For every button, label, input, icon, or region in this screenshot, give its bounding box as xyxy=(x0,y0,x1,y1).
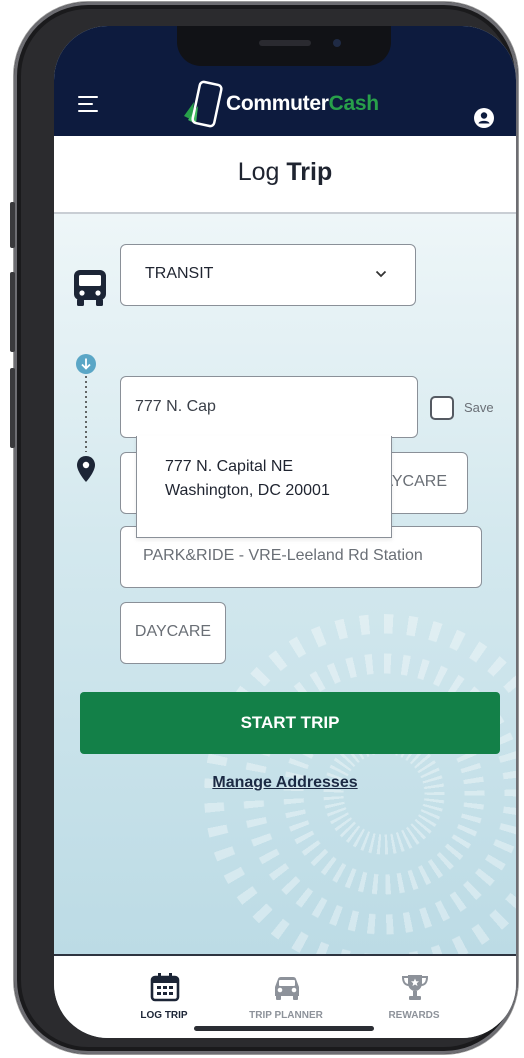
from-address-input[interactable] xyxy=(120,376,418,438)
home-indicator xyxy=(194,1026,374,1031)
silent-switch xyxy=(10,202,15,248)
tab-trip-planner[interactable]: TRIP PLANNER xyxy=(226,968,346,1028)
phone-screen: CommuterCash Log Trip TRANSIT 777 N. Cap… xyxy=(54,26,516,1038)
volume-down-button xyxy=(10,368,15,448)
tab-rewards-label: REWARDS xyxy=(388,1010,440,1021)
volume-up-button xyxy=(10,272,15,352)
app-header: CommuterCash xyxy=(54,76,516,136)
route-indicator xyxy=(76,354,96,482)
logo-text-commuter: Commuter xyxy=(226,92,329,115)
page-title-bar: Log Trip xyxy=(54,136,516,214)
calendar-icon xyxy=(150,973,180,1002)
front-camera xyxy=(333,39,341,47)
phone-frame: CommuterCash Log Trip TRANSIT 777 N. Cap… xyxy=(10,2,518,1054)
notch xyxy=(177,26,391,66)
user-icon[interactable] xyxy=(474,108,494,128)
bus-icon xyxy=(74,270,106,306)
page-title: Log Trip xyxy=(54,158,516,187)
suggestion-line-1: 777 N. Capital NE xyxy=(165,458,294,475)
chevron-down-icon xyxy=(375,270,387,278)
start-trip-button[interactable]: START TRIP xyxy=(80,692,500,754)
logo-phone-icon xyxy=(184,80,223,128)
trophy-icon xyxy=(401,975,429,1000)
suggestion-line-2: Washington, DC 20001 xyxy=(165,482,330,499)
address-suggestion[interactable]: 777 N. Capital NE Washington, DC 20001 xyxy=(136,436,392,538)
app-logo: CommuterCash xyxy=(170,76,410,136)
speaker xyxy=(259,40,311,46)
transport-mode-select[interactable]: TRANSIT xyxy=(120,244,416,306)
transport-mode-value: TRANSIT xyxy=(145,265,214,282)
tab-rewards[interactable]: REWARDS xyxy=(354,968,474,1028)
saved-location-chip[interactable]: DAYCARE xyxy=(120,602,226,664)
saved-location-chip-label: DAYCARE xyxy=(134,623,212,640)
car-icon xyxy=(275,977,299,1000)
logo-text-cash: Cash xyxy=(328,92,379,115)
log-trip-form: TRANSIT Save DAYCARE 777 N. Capital NE xyxy=(54,214,516,954)
tab-log-trip-label: LOG TRIP xyxy=(140,1010,188,1021)
manage-addresses-link[interactable]: Manage Addresses xyxy=(54,774,516,792)
save-label: Save xyxy=(464,400,494,415)
saved-location-chip-label: PARK&RIDE - VRE-Leeland Rd Station xyxy=(143,547,423,564)
tab-trip-planner-label: TRIP PLANNER xyxy=(249,1010,323,1021)
page-title-regular: Log xyxy=(237,158,280,186)
hamburger-icon[interactable] xyxy=(78,96,98,112)
tab-log-trip[interactable]: LOG TRIP xyxy=(104,968,224,1028)
save-checkbox[interactable] xyxy=(430,396,454,420)
page-title-bold: Trip xyxy=(286,158,333,186)
